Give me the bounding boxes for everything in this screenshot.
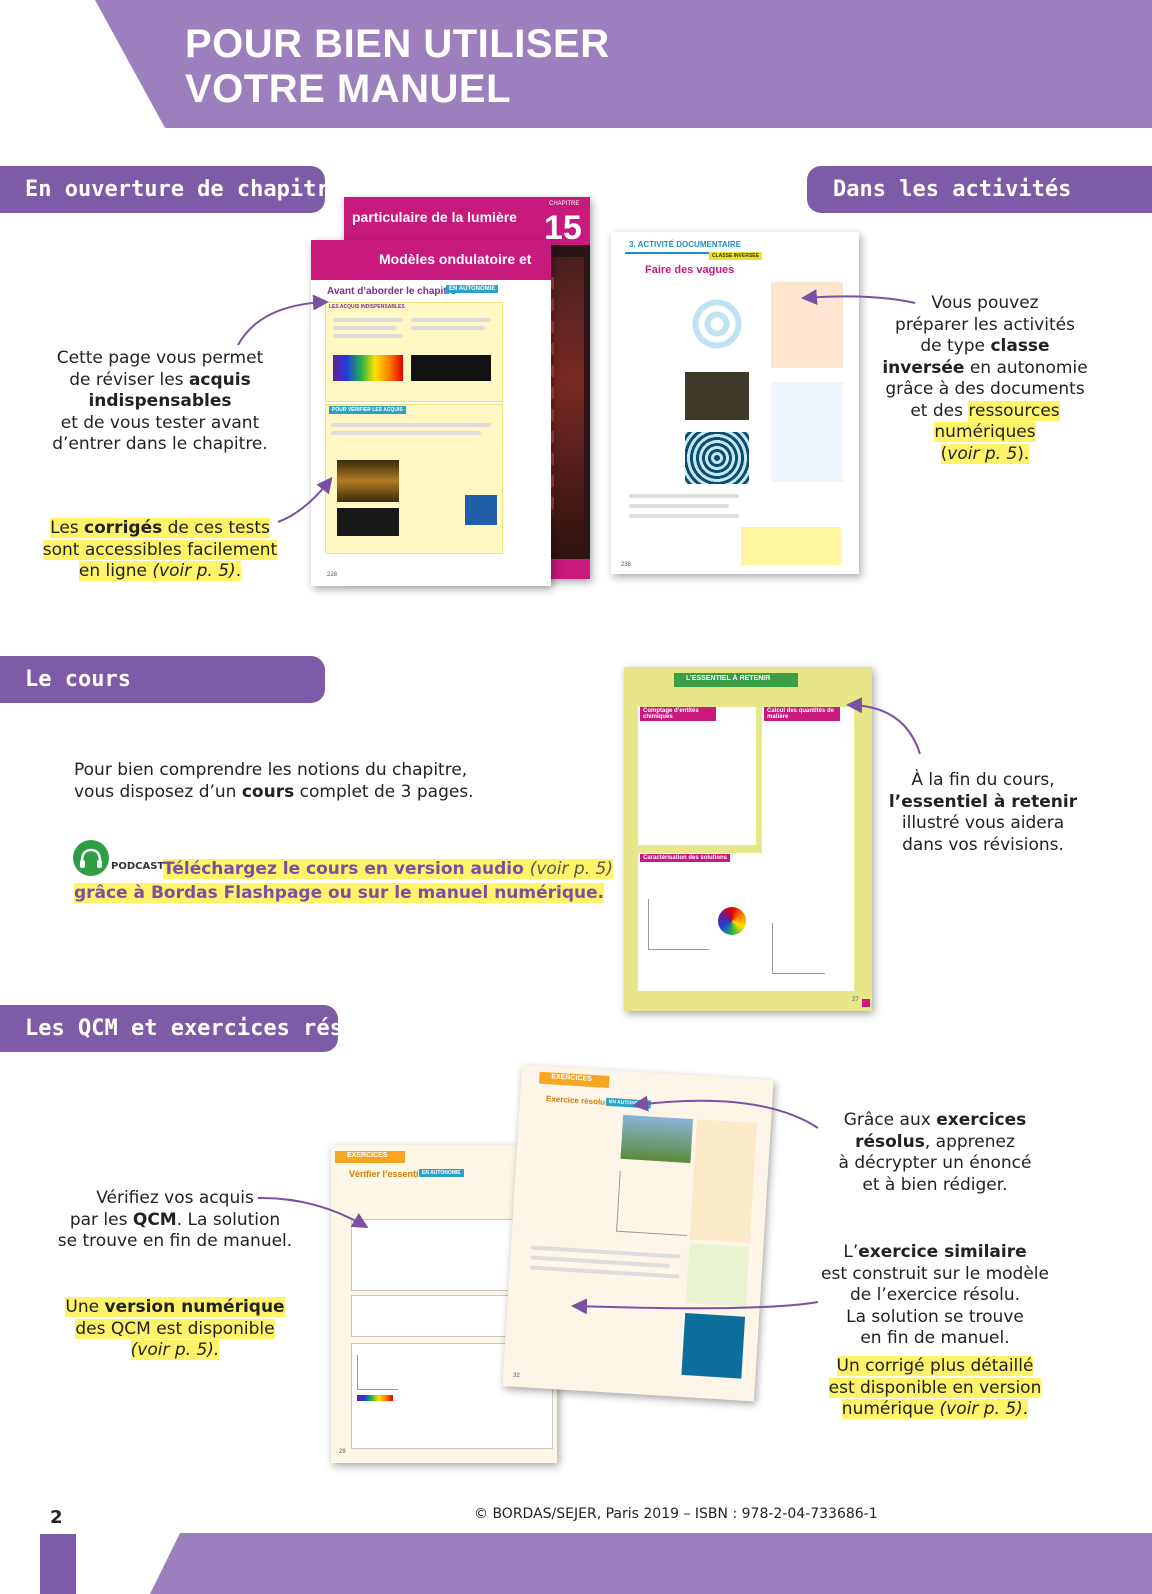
copyright: © BORDAS/SEJER, Paris 2019 – ISBN : 978-… [474,1506,878,1522]
activites-text-line: de type classe [920,336,1050,356]
qcm-numerique-text: Une version numérique des QCM est dispon… [45,1297,305,1362]
download-line: grâce à Bordas Flashpage ou sur le manue… [74,883,605,903]
thumb1-label: EXERCICES [347,1152,388,1159]
page-number: 2 [50,1507,63,1528]
ouverture-text: Cette page vous permet de réviser les ac… [40,348,280,456]
corriges-text: Les corrigés de ces tests sont accessibl… [30,518,290,583]
corriges-text-line: Les corrigés de ces tests [50,518,270,538]
ouverture-text-line: Cette page vous permet [56,348,264,368]
thumb2-title: Exercice résolu [545,1094,606,1107]
activites-text-line: numériques [934,422,1036,442]
section-activites: Dans les activités [807,166,1152,213]
thumb-classe-inversee: CLASSE INVERSÉE [709,252,762,260]
activites-text-line: Vous pouvez [931,293,1039,313]
corrige-detaille-line: numérique (voir p. 5). [841,1399,1029,1419]
thumb-autonomie-badge: EN AUTONOMIE [446,285,499,293]
activites-text-line: inversée en autonomie [882,357,1088,378]
exercice-similaire-line: est construit sur le modèle [821,1263,1049,1284]
page-title-line2: VOTRE MANUEL [185,67,511,111]
essentiel-thumbnail: L’ESSENTIEL À RETENIR Comptage d’entités… [624,667,872,1011]
exercice-similaire-line: en fin de manuel. [860,1328,1010,1348]
section-ouverture: En ouverture de chapitre [0,166,343,213]
thumb1-title: Vérifier l’essentiel [349,1169,427,1179]
thumb-activity-title: Faire des vagues [645,264,735,276]
activites-text-line: et des ressources [910,400,1060,421]
qcm-numerique-line: (voir p. 5). [130,1340,220,1360]
ouverture-text-line: et de vous tester avant [60,412,260,433]
cours-text-line: vous disposez d’un cours complet de 3 pa… [74,781,474,802]
essentiel-text-line: illustré vous aidera [901,813,1065,833]
cours-text: Pour bien comprendre les notions du chap… [74,760,514,803]
ouverture-text-line: d’entrer dans le chapitre. [52,434,268,454]
exercices-resolus-line: à décrypter un énoncé [838,1153,1032,1173]
section-qcm: Les QCM et exercices résolus [0,1005,396,1052]
corrige-detaille-text: Un corrigé plus détaillé est disponible … [805,1356,1065,1421]
exercices-resolus-text: Grâce aux exercices résolus, apprenez à … [815,1110,1055,1196]
thumb-essentiel-page: 27 [852,997,859,1003]
activites-text-line: (voir p. 5). [940,443,1030,464]
thumb-avant: Avant d’aborder le chapitre [327,286,457,297]
thumb1-page: 28 [339,1449,346,1455]
corriges-text-line: sont accessibles facilement [42,539,278,560]
exercice-resolu-thumbnail: EXERCICES Exercice résolu EN AUTONOMIE 3… [502,1064,774,1402]
ouverture-text-line: indispensables [88,391,232,411]
thumb-essentiel-title: L’ESSENTIEL À RETENIR [686,675,771,682]
exercice-similaire-line: L’exercice similaire [843,1242,1027,1262]
thumb2-autonomie: EN AUTONOMIE [605,1097,651,1109]
exercices-resolus-line: Grâce aux exercices [843,1110,1027,1130]
thumb-box-solutions: Caractérisation des solutions [640,854,731,862]
essentiel-text: À la fin du cours, l’essentiel à retenir… [878,770,1088,856]
corrige-detaille-line: est disponible en version [828,1377,1042,1398]
qcm-text: Vérifiez vos acquis par les QCM. La solu… [45,1188,305,1253]
thumb-front-page: 228 [327,572,338,578]
cours-text-line: Pour bien comprendre les notions du chap… [74,760,468,780]
thumb-tester: POUR VÉRIFIER LES ACQUIS [329,406,406,414]
thumb-chapter-label: CHAPITRE [549,201,580,207]
activity-thumbnail: 3. ACTIVITÉ DOCUMENTAIRE CLASSE INVERSÉE… [611,232,859,574]
activites-text-line: grâce à des documents [885,379,1085,399]
qcm-text-line: Vérifiez vos acquis [96,1188,254,1208]
thumb-activity-page: 238 [621,562,632,568]
section-cours: Le cours [0,656,325,703]
thumb-acquis: LES ACQUIS INDISPENSABLES [329,304,405,310]
qcm-text-line: se trouve en fin de manuel. [57,1231,293,1251]
activites-text: Vous pouvez préparer les activités de ty… [870,293,1100,465]
chapter-opener-front-thumbnail: Modèles ondulatoire et Avant d’aborder l… [311,240,551,586]
activites-text-line: préparer les activités [895,314,1075,335]
thumb-back-title: particulaire de la lumière [352,209,517,225]
qcm-text-line: par les QCM. La solution [69,1209,281,1230]
thumb-box-comptage: Comptage d’entités chimiques [640,707,716,721]
exercices-resolus-line: résolus, apprenez [855,1131,1015,1152]
thumb1-autonomie: EN AUTONOMIE [419,1169,464,1177]
exercice-similaire-line: de l’exercice résolu. [849,1285,1021,1305]
exercice-similaire-line: La solution se trouve [846,1306,1024,1327]
page-number-bar [40,1534,76,1594]
footer-band [150,1533,1152,1594]
thumb-front-title: Modèles ondulatoire et [379,251,532,267]
thumb-box-quantites: Calcul des quantités de matière [764,707,840,721]
essentiel-text-line: l’essentiel à retenir [888,791,1078,812]
ouverture-text-line: de réviser les acquis [69,369,251,390]
thumb-activity-label: 3. ACTIVITÉ DOCUMENTAIRE [629,240,742,249]
thumb2-page: 32 [512,1372,520,1380]
qcm-numerique-line: Une version numérique [65,1297,285,1317]
corrige-detaille-line: Un corrigé plus détaillé [836,1356,1034,1376]
page-title-line1: POUR BIEN UTILISER [185,22,610,66]
essentiel-text-line: À la fin du cours, [911,770,1055,790]
qcm-numerique-line: des QCM est disponible [75,1318,275,1339]
essentiel-text-line: dans vos révisions. [902,834,1064,855]
download-line: Téléchargez le cours en version audio (v… [163,859,613,879]
page-title: POUR BIEN UTILISER VOTRE MANUEL [185,22,610,112]
download-audio-text[interactable]: Téléchargez le cours en version audio (v… [74,857,634,905]
exercices-resolus-line: et à bien rédiger. [862,1174,1008,1195]
exercice-similaire-text: L’exercice similaire est construit sur l… [805,1242,1065,1350]
corriges-text-line: en ligne (voir p. 5). [78,561,242,581]
